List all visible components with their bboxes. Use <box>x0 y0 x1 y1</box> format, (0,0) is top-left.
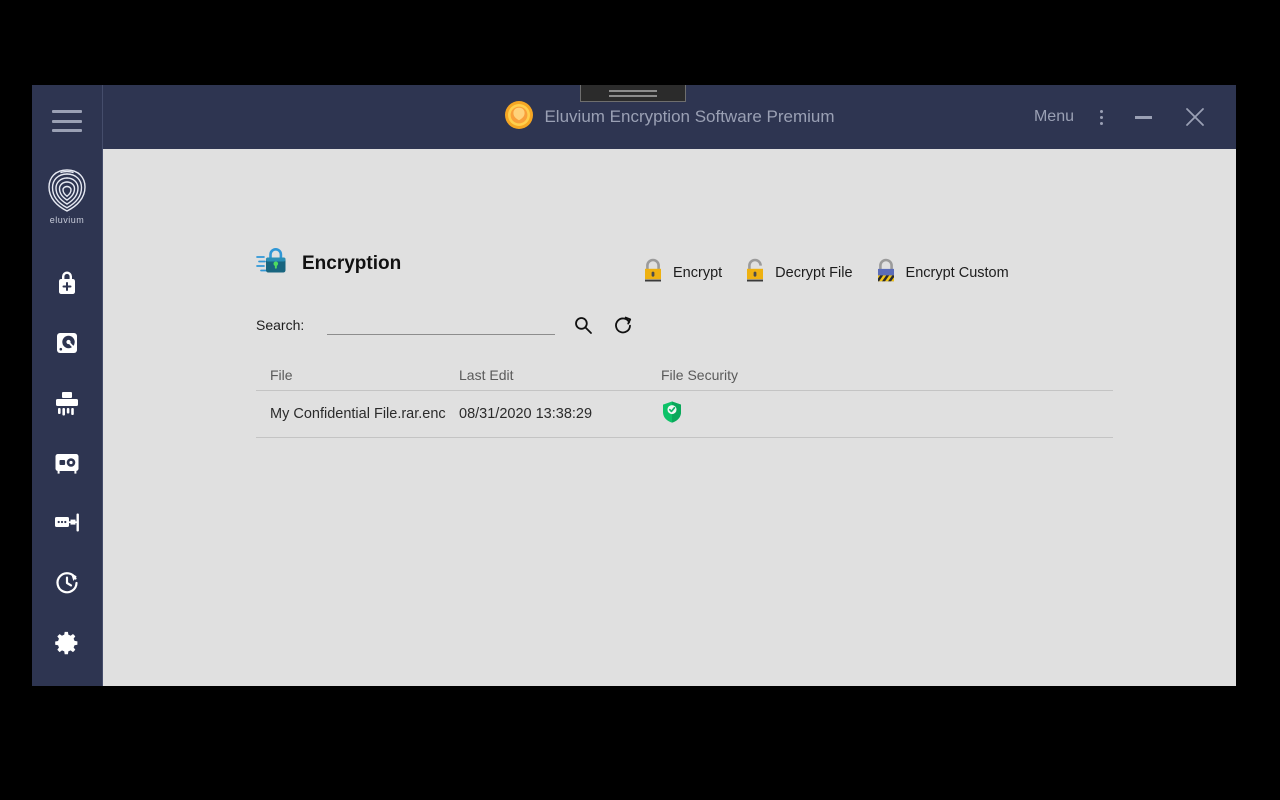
column-header-file-security: File Security <box>661 366 739 383</box>
cell-file-name: My Confidential File.rar.enc <box>270 406 446 422</box>
minimize-icon[interactable] <box>1118 97 1168 137</box>
drag-handle-line <box>609 94 657 97</box>
encrypt-button-label: Encrypt <box>673 265 723 281</box>
hard-disk-icon <box>54 330 80 356</box>
hamburger-menu-icon[interactable] <box>52 110 82 132</box>
hamburger-line <box>52 129 82 132</box>
kebab-dot <box>1099 121 1103 125</box>
sidebar-item-history[interactable] <box>32 553 103 613</box>
search-label: Search: <box>256 317 305 333</box>
close-icon[interactable] <box>1168 97 1222 137</box>
table-row[interactable]: My Confidential File.rar.enc 08/31/2020 … <box>256 391 1113 438</box>
encryption-lock-icon <box>256 244 292 283</box>
content-area: Encryption Encrypt Decrypt File Encrypt … <box>103 149 1236 686</box>
hamburger-line <box>52 110 82 113</box>
kebab-dot <box>1099 109 1103 113</box>
clock-restore-icon <box>54 570 80 596</box>
more-vertical-icon[interactable] <box>1084 97 1118 137</box>
lock-plus-icon <box>54 269 80 297</box>
menu-button[interactable]: Menu <box>1024 97 1084 137</box>
minimize-bar <box>1134 115 1152 119</box>
page-toolbar: Encrypt Decrypt File Encrypt Custom <box>640 257 1009 289</box>
sidebar: eluvium <box>32 85 103 686</box>
table-header-row: File Last Edit File Security <box>256 359 1113 391</box>
main-area: Eluvium Encryption Software Premium Menu <box>103 85 1236 686</box>
safe-vault-icon <box>53 451 81 475</box>
hamburger-line <box>52 119 82 123</box>
sidebar-item-encrypt[interactable] <box>32 253 103 313</box>
window-controls: Menu <box>1024 97 1236 137</box>
decrypt-file-button[interactable]: Decrypt File <box>742 257 853 289</box>
sidebar-item-disk[interactable] <box>32 313 103 373</box>
decrypt-file-button-label: Decrypt File <box>775 265 853 281</box>
sidebar-item-settings[interactable] <box>32 613 103 673</box>
files-table: File Last Edit File Security My Confiden… <box>256 359 1113 438</box>
eluvium-coin-icon <box>504 100 534 135</box>
sidebar-item-shredder[interactable] <box>32 373 103 433</box>
padlock-striped-icon <box>873 257 899 289</box>
gear-icon <box>53 629 81 657</box>
shredder-icon <box>53 390 81 416</box>
search-input[interactable] <box>327 315 556 335</box>
app-window: eluvium Eluvium Encryption Software Prem… <box>32 85 1236 686</box>
fingerprint-logo-icon <box>45 167 89 213</box>
encrypt-button[interactable]: Encrypt <box>640 257 722 289</box>
cell-file-security <box>661 400 1113 428</box>
refresh-icon[interactable] <box>611 313 635 337</box>
column-header-last-edit: Last Edit <box>459 366 514 383</box>
search-icon[interactable] <box>571 313 595 337</box>
search-row: Search: <box>256 313 635 337</box>
cell-last-edit: 08/31/2020 13:38:29 <box>459 406 593 422</box>
padlock-closed-icon <box>640 257 666 289</box>
drag-handle-line <box>609 89 657 92</box>
page-header: Encryption <box>256 244 401 283</box>
padlock-open-icon <box>742 257 768 289</box>
password-card-icon <box>53 511 81 535</box>
brand-logo: eluvium <box>45 167 89 225</box>
kebab-dot <box>1099 115 1103 119</box>
page-title: Encryption <box>302 252 402 274</box>
window-drag-handle[interactable] <box>580 85 686 102</box>
window-title: Eluvium Encryption Software Premium <box>544 107 835 126</box>
sidebar-item-password-manager[interactable] <box>32 493 103 553</box>
sidebar-item-safe[interactable] <box>32 433 103 493</box>
green-shield-check-icon[interactable] <box>661 400 683 428</box>
encrypt-custom-button[interactable]: Encrypt Custom <box>873 257 1009 289</box>
encrypt-custom-button-label: Encrypt Custom <box>905 265 1009 281</box>
column-header-file: File <box>270 366 293 383</box>
sidebar-nav <box>32 253 102 673</box>
brand-name: eluvium <box>49 215 85 225</box>
